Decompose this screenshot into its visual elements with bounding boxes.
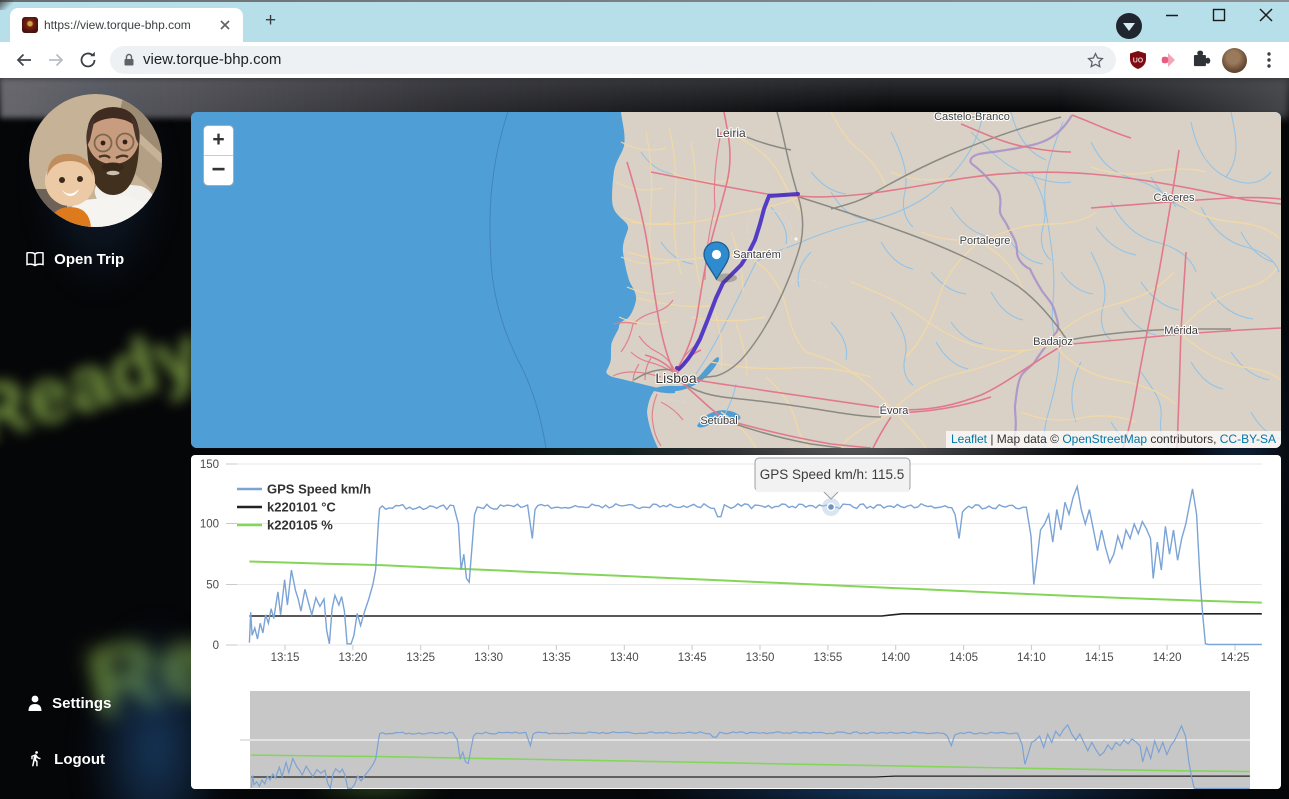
svg-text:14:00: 14:00 xyxy=(881,652,910,664)
svg-text:13:30: 13:30 xyxy=(474,652,503,664)
svg-text:UO: UO xyxy=(1133,58,1144,65)
svg-text:14:10: 14:10 xyxy=(1017,652,1046,664)
svg-text:13:50: 13:50 xyxy=(746,652,775,664)
svg-text:k220105 %: k220105 % xyxy=(267,518,333,533)
svg-text:13:25: 13:25 xyxy=(406,652,435,664)
svg-text:Mérida: Mérida xyxy=(1164,325,1199,337)
svg-text:13:55: 13:55 xyxy=(814,652,843,664)
svg-text:Badajoz: Badajoz xyxy=(1033,336,1073,348)
svg-text:50: 50 xyxy=(206,580,219,592)
svg-text:Santarém: Santarém xyxy=(733,249,781,261)
svg-text:GPS Speed km/h: 115.5: GPS Speed km/h: 115.5 xyxy=(760,467,905,482)
svg-text:13:40: 13:40 xyxy=(610,652,639,664)
svg-text:0: 0 xyxy=(213,640,219,652)
svg-text:13:15: 13:15 xyxy=(271,652,300,664)
svg-text:14:15: 14:15 xyxy=(1085,652,1114,664)
svg-text:GPS Speed km/h: GPS Speed km/h xyxy=(267,482,371,497)
svg-text:Castelo-Branco: Castelo-Branco xyxy=(934,112,1010,123)
svg-text:13:20: 13:20 xyxy=(339,652,368,664)
svg-text:14:25: 14:25 xyxy=(1221,652,1250,664)
svg-text:14:20: 14:20 xyxy=(1153,652,1182,664)
svg-text:Setúbal: Setúbal xyxy=(700,415,737,427)
svg-text:13:35: 13:35 xyxy=(542,652,571,664)
svg-text:Lisboa: Lisboa xyxy=(655,370,696,386)
svg-text:Leiria: Leiria xyxy=(716,126,746,140)
svg-text:Évora: Évora xyxy=(880,404,910,417)
svg-text:150: 150 xyxy=(200,459,219,471)
svg-text:Cáceres: Cáceres xyxy=(1154,192,1195,204)
svg-text:14:05: 14:05 xyxy=(949,652,978,664)
svg-text:Portalegre: Portalegre xyxy=(960,235,1011,247)
svg-text:100: 100 xyxy=(200,519,219,531)
svg-text:13:45: 13:45 xyxy=(678,652,707,664)
svg-text:k220101 °C: k220101 °C xyxy=(267,500,336,515)
